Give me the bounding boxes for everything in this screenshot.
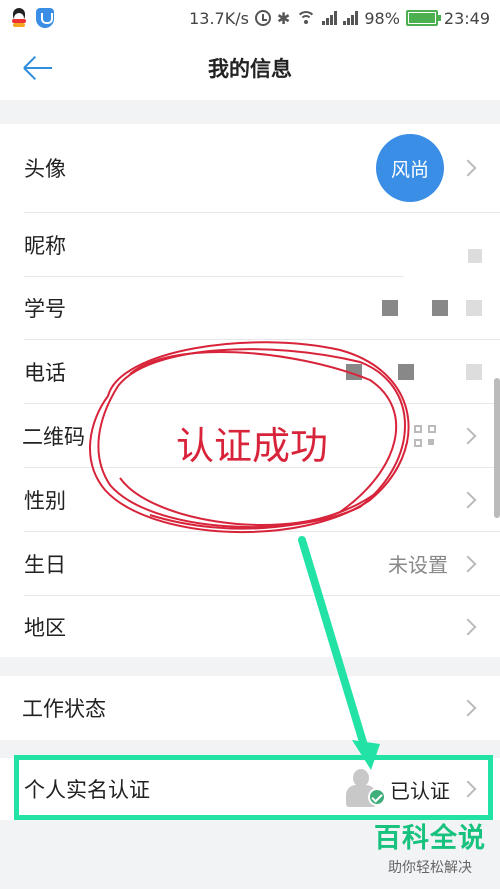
alarm-icon — [254, 10, 271, 26]
bluetooth-icon: ✱ — [276, 8, 291, 28]
watermark-main: 百科全说 — [374, 823, 486, 854]
shield-icon — [36, 8, 54, 28]
network-speed: 13.7K/s — [189, 8, 249, 28]
nickname-label: 昵称 — [24, 233, 66, 258]
redacted-block — [346, 364, 362, 380]
avatar: 风尚 — [376, 134, 444, 202]
region-row[interactable]: 地区 — [24, 596, 500, 657]
redacted-block — [382, 300, 398, 316]
battery-percent: 98% — [364, 8, 400, 28]
qr-code-icon — [414, 424, 436, 447]
phone-row[interactable]: 电话 — [24, 340, 500, 403]
signal-icon-2 — [343, 11, 359, 25]
phone-label: 电话 — [24, 360, 66, 385]
chevron-right-icon — [459, 491, 477, 508]
clock: 23:49 — [443, 8, 490, 28]
highlight-box — [14, 755, 493, 820]
gender-label: 性别 — [24, 488, 66, 513]
title-bar: 我的信息 — [0, 36, 500, 100]
redacted-block — [398, 364, 414, 380]
watermark: 百科全说 助你轻松解决 — [374, 816, 486, 877]
chevron-right-icon — [459, 555, 477, 572]
back-arrow-icon[interactable] — [18, 50, 58, 86]
qq-icon — [10, 8, 28, 28]
watermark-sub: 助你轻松解决 — [388, 860, 472, 876]
wifi-icon — [296, 11, 317, 25]
chevron-right-icon — [459, 699, 477, 717]
status-bar: 13.7K/s ✱ 98% 23:49 — [0, 0, 500, 36]
avatar-label: 头像 — [24, 157, 66, 181]
nickname-row[interactable]: 昵称 — [24, 213, 500, 276]
avatar-row[interactable]: 头像 风尚 — [24, 124, 500, 212]
annotation-text: 认证成功 — [176, 424, 329, 468]
birthday-row[interactable]: 生日 未设置 — [24, 532, 500, 595]
work-status-row[interactable]: 工作状态 — [22, 676, 500, 740]
work-status-label: 工作状态 — [22, 697, 106, 721]
page-title: 我的信息 — [208, 57, 292, 81]
signal-icon — [322, 11, 338, 25]
redacted-block — [466, 300, 482, 316]
chevron-right-icon — [459, 159, 477, 177]
birthday-value: 未设置 — [388, 553, 448, 577]
scrollbar[interactable] — [494, 378, 500, 518]
birthday-label: 生日 — [24, 552, 66, 577]
student-id-row[interactable]: 学号 — [24, 277, 500, 339]
profile-section: 头像 风尚 昵称 学号 电话 二维码 性别 生日 未设置 地区 — [0, 124, 500, 657]
work-section: 工作状态 — [0, 676, 500, 740]
redacted-block — [466, 364, 482, 380]
qr-code-label: 二维码 — [22, 424, 85, 449]
redacted-block — [468, 249, 482, 263]
region-label: 地区 — [24, 615, 66, 640]
battery-icon — [405, 10, 441, 26]
gender-row[interactable]: 性别 — [24, 468, 500, 531]
chevron-right-icon — [459, 427, 477, 444]
redacted-block — [432, 300, 448, 316]
student-id-label: 学号 — [24, 297, 66, 321]
chevron-right-icon — [459, 618, 477, 635]
